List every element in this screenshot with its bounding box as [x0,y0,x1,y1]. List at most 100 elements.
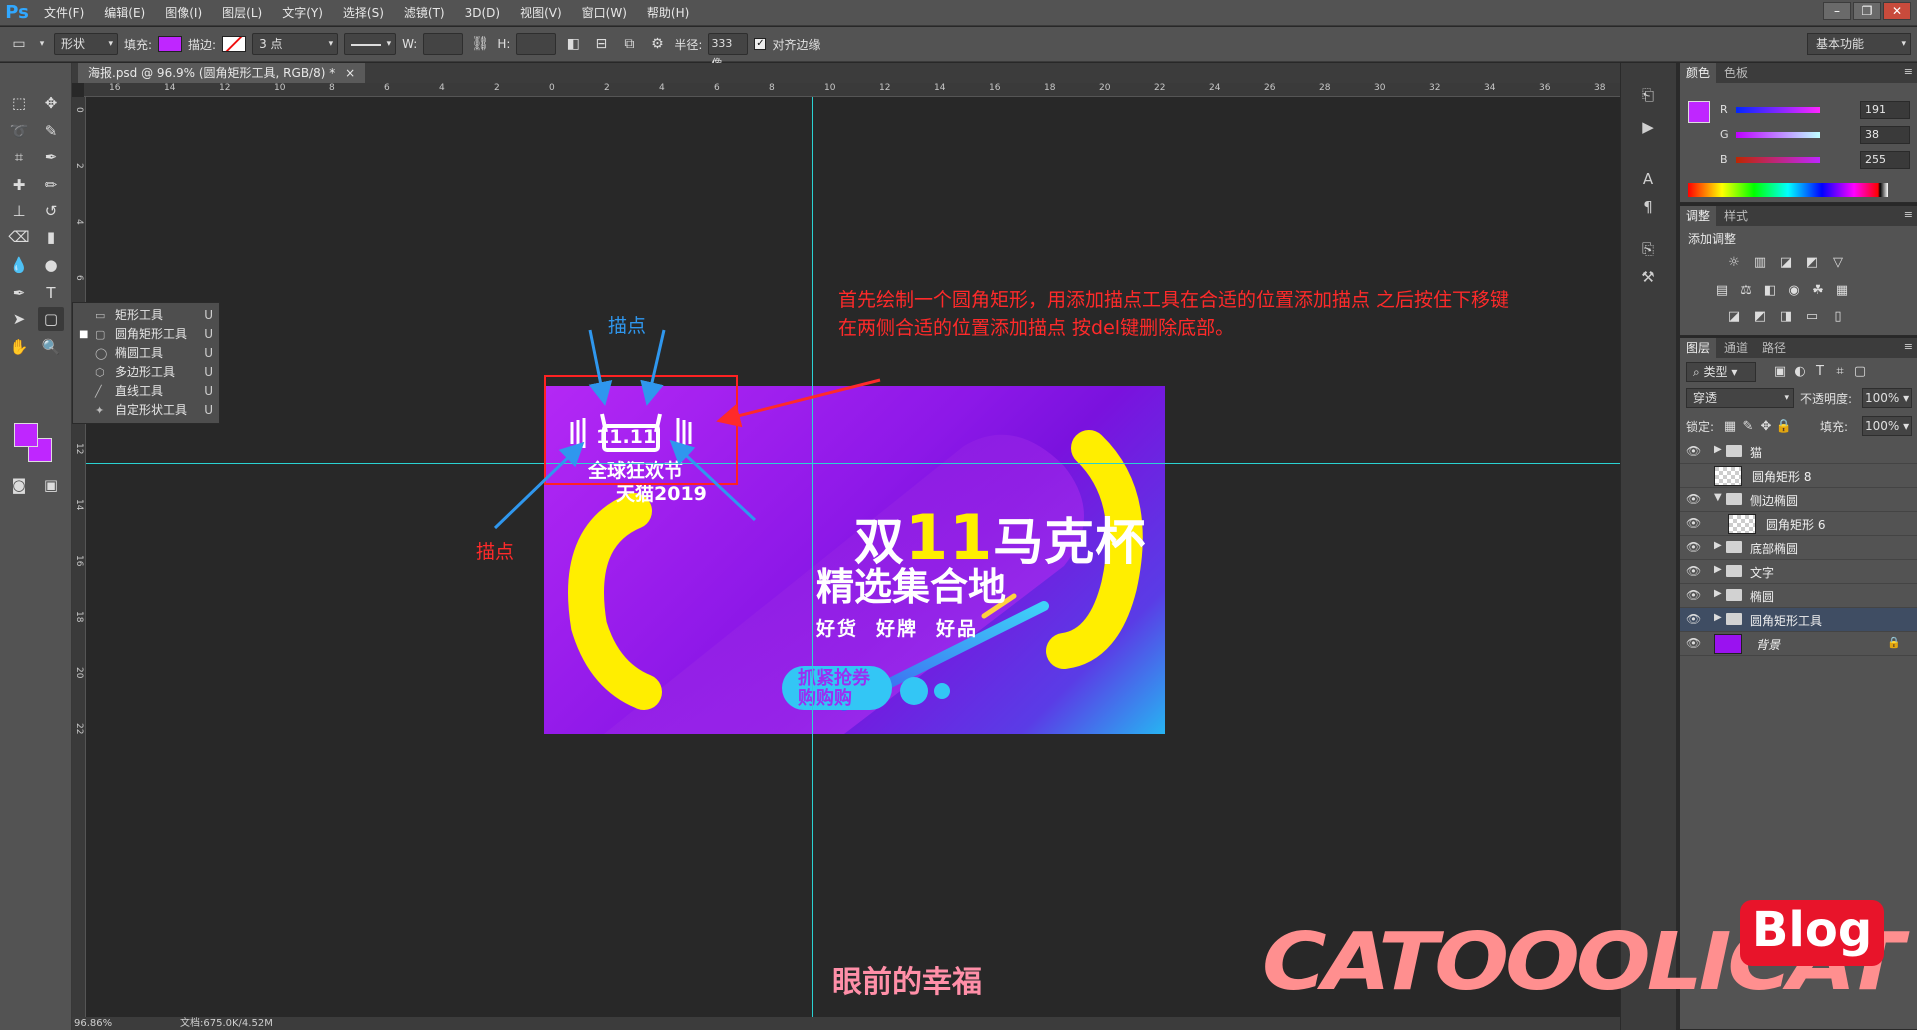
paragraph-panel-icon[interactable]: ¶ [1635,195,1661,219]
document-info[interactable]: 文档:675.0K/4.52M [180,1017,273,1030]
flyout-item[interactable]: ■ ▢ 圆角矩形工具 U [73,325,221,344]
lock-all-icon[interactable]: 🔒 [1774,418,1794,436]
panel-fg-swatch[interactable] [1688,101,1710,123]
foreground-color-swatch[interactable] [14,423,38,447]
tab-paths[interactable]: 路径 [1756,338,1792,358]
restore-button[interactable]: ❐ [1853,2,1881,20]
hand-tool-icon[interactable]: ✋ [6,335,32,359]
tab-color[interactable]: 颜色 [1680,63,1717,83]
filter-shape-icon[interactable]: ⌗ [1830,363,1850,381]
flyout-item[interactable]: ✦ 自定形状工具 U [73,401,221,420]
menu-file[interactable]: 文件(F) [34,0,94,26]
path-select-icon[interactable]: ➤ [6,307,32,331]
filter-type-icon[interactable]: T [1810,363,1830,381]
visibility-eye-icon[interactable]: 👁 [1686,588,1702,602]
path-arrangement-icon[interactable]: ⧉ [618,33,640,55]
layer-filter-select[interactable]: ⌕ 类型 ▾ [1686,362,1756,382]
rounded-rect-tool-icon[interactable]: ▢ [38,307,64,331]
brightness-icon[interactable]: ☼ [1724,254,1744,272]
actions-panel-icon[interactable]: ▶ [1635,115,1661,139]
minimize-button[interactable]: – [1823,2,1851,20]
color-lookup-icon[interactable]: ▦ [1832,282,1852,300]
canvas-area[interactable]: 11.11 全球狂欢节 天猫2019 双11马克杯 精选集合地 好货 好牌 好品 抓… [86,97,1620,1017]
gradient-tool-icon[interactable]: ▮ [38,225,64,249]
marquee-tool-icon[interactable]: ⬚ [6,91,32,115]
panel-menu-icon[interactable]: ≡ [1904,65,1913,78]
menu-window[interactable]: 窗口(W) [572,0,637,26]
expand-right-icon[interactable]: ▶ [1714,444,1722,455]
b-slider[interactable] [1736,157,1820,163]
g-slider[interactable] [1736,132,1820,138]
invert-icon[interactable]: ◪ [1724,308,1744,326]
close-tab-icon[interactable]: × [345,66,355,80]
flyout-item[interactable]: ◯ 椭圆工具 U [73,344,221,363]
adjust-menu-icon[interactable]: ≡ [1904,208,1913,221]
color-balance-icon[interactable]: ⚖ [1736,282,1756,300]
tab-styles[interactable]: 样式 [1718,206,1754,226]
visibility-eye-icon[interactable]: 👁 [1686,612,1702,626]
flyout-item[interactable]: ▭ 矩形工具 U [73,306,221,325]
brush-tool-icon[interactable]: ✏ [38,173,64,197]
photo-filter-icon[interactable]: ◉ [1784,282,1804,300]
layers-menu-icon[interactable]: ≡ [1904,340,1913,353]
menu-view[interactable]: 视图(V) [510,0,572,26]
menu-image[interactable]: 图像(I) [155,0,212,26]
vibrance-icon[interactable]: ▽ [1828,254,1848,272]
color-spectrum[interactable] [1688,183,1888,197]
zoom-tool-icon[interactable]: 🔍 [38,335,64,359]
height-field[interactable] [516,33,557,55]
blur-tool-icon[interactable]: 💧 [6,253,32,277]
align-edges-checkbox[interactable]: ✓ [754,38,767,50]
path-operations-icon[interactable]: ◧ [562,33,584,55]
layer-row[interactable]: 👁 ▶ 文字 [1680,560,1917,584]
tab-adjustments[interactable]: 调整 [1680,206,1717,226]
curves-icon[interactable]: ◪ [1776,254,1796,272]
shape-mode-select[interactable]: 形状 ▾ [54,33,118,55]
eraser-tool-icon[interactable]: ⌫ [6,225,32,249]
stroke-type-select[interactable]: ▾ [344,33,397,55]
expand-right-icon[interactable]: ▶ [1714,540,1722,551]
crop-tool-icon[interactable]: ⌗ [6,145,32,169]
g-value-field[interactable]: 38 [1860,126,1910,144]
posterize-icon[interactable]: ◩ [1750,308,1770,326]
tab-layers[interactable]: 图层 [1680,338,1717,358]
layer-row[interactable]: 👁 ▶ 圆角矩形工具 [1680,608,1917,632]
lock-pixels-icon[interactable]: ✎ [1738,418,1758,436]
hue-sat-icon[interactable]: ▤ [1712,282,1732,300]
layer-row[interactable]: 圆角矩形 8 [1680,464,1917,488]
filter-smart-icon[interactable]: ▢ [1850,363,1870,381]
menu-type[interactable]: 文字(Y) [272,0,333,26]
pen-tool-icon[interactable]: ✒ [6,281,32,305]
layer-row[interactable]: 👁 ▶ 椭圆 [1680,584,1917,608]
filter-adjust-icon[interactable]: ◐ [1790,363,1810,381]
quick-mask-icon[interactable]: ◙ [6,473,32,497]
tab-swatches[interactable]: 色板 [1718,63,1754,83]
threshold-icon[interactable]: ◨ [1776,308,1796,326]
menu-3d[interactable]: 3D(D) [455,0,510,26]
exposure-icon[interactable]: ◩ [1802,254,1822,272]
visibility-eye-icon[interactable]: 👁 [1686,540,1702,554]
radius-field[interactable]: 333 像 [708,33,749,70]
healing-brush-icon[interactable]: ✚ [6,173,32,197]
layer-row[interactable]: 👁 ▶ 底部椭圆 [1680,536,1917,560]
history-panel-icon[interactable]: ⎗ [1635,83,1661,107]
fill-field[interactable]: 100% ▾ [1862,416,1912,436]
channel-mixer-icon[interactable]: ☘ [1808,282,1828,300]
path-alignment-icon[interactable]: ⊟ [590,33,612,55]
document-tab[interactable]: 海报.psd @ 96.9% (圆角矩形工具, RGB/8) * × [78,63,366,83]
selective-color-icon[interactable]: ▯ [1828,308,1848,326]
visibility-eye-icon[interactable]: 👁 [1686,492,1702,506]
guide-horizontal[interactable] [86,463,1620,464]
opacity-field[interactable]: 100% ▾ [1862,388,1912,408]
expand-right-icon[interactable]: ▶ [1714,564,1722,575]
lasso-tool-icon[interactable]: ➰ [6,119,32,143]
menu-filter[interactable]: 滤镜(T) [394,0,455,26]
tab-channels[interactable]: 通道 [1718,338,1754,358]
screen-mode-icon[interactable]: ▣ [38,473,64,497]
layer-row[interactable]: 👁 背景 🔒 [1680,632,1917,656]
close-button[interactable]: ✕ [1883,2,1911,20]
menu-select[interactable]: 选择(S) [333,0,394,26]
levels-icon[interactable]: ▥ [1750,254,1770,272]
visibility-eye-icon[interactable]: 👁 [1686,516,1702,530]
menu-edit[interactable]: 编辑(E) [94,0,155,26]
